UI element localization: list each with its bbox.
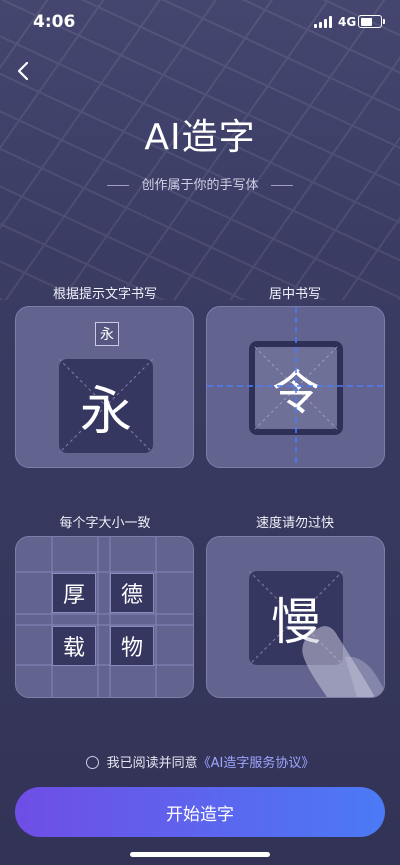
- status-bar: 4:06 4G: [0, 0, 400, 44]
- home-indicator: [130, 852, 270, 857]
- start-button[interactable]: 开始造字: [15, 787, 385, 837]
- size-char-2: 德: [110, 573, 154, 613]
- battery-icon: [358, 15, 385, 28]
- status-time: 4:06: [33, 12, 76, 32]
- center-guide-lines: [207, 307, 384, 467]
- tip-label-speed: 速度请勿过快: [255, 516, 334, 531]
- size-char-3: 载: [52, 626, 96, 666]
- size-guide-lines: [16, 537, 193, 697]
- sample-tile: 永: [59, 359, 153, 453]
- divider-right: [270, 185, 293, 186]
- back-button[interactable]: [8, 56, 38, 86]
- tip-label-prompt: 根据提示文字书写: [52, 287, 157, 302]
- agreement-text: 我已阅读并同意: [106, 756, 198, 771]
- tip-label-center: 居中书写: [268, 287, 321, 302]
- size-char-4: 物: [110, 626, 154, 666]
- page-title: AI造字: [144, 117, 256, 158]
- signal-icon: [314, 16, 334, 28]
- hint-char: 永: [95, 322, 119, 346]
- divider-left: [107, 185, 130, 186]
- agreement-row: 我已阅读并同意《AI造字服务协议》: [0, 752, 400, 771]
- tip-card-center: 令: [206, 306, 385, 468]
- agree-radio[interactable]: [85, 756, 99, 769]
- page-subtitle: 创作属于你的手写体: [0, 174, 400, 193]
- tip-card-prompt: 永 永: [15, 306, 194, 468]
- tip-card-speed: 慢: [206, 536, 385, 698]
- sample-char: 永: [79, 381, 132, 442]
- subtitle-text: 创作属于你的手写体: [141, 178, 259, 193]
- tip-card-size: 厚 德 载 物: [15, 536, 194, 698]
- hand-icon: [302, 626, 384, 697]
- chevron-left-icon: [17, 61, 29, 81]
- tip-label-size: 每个字大小一致: [59, 516, 151, 531]
- network-label: 4G: [338, 15, 357, 29]
- agreement-link[interactable]: 《AI造字服务协议》: [198, 756, 315, 771]
- size-char-1: 厚: [52, 573, 96, 613]
